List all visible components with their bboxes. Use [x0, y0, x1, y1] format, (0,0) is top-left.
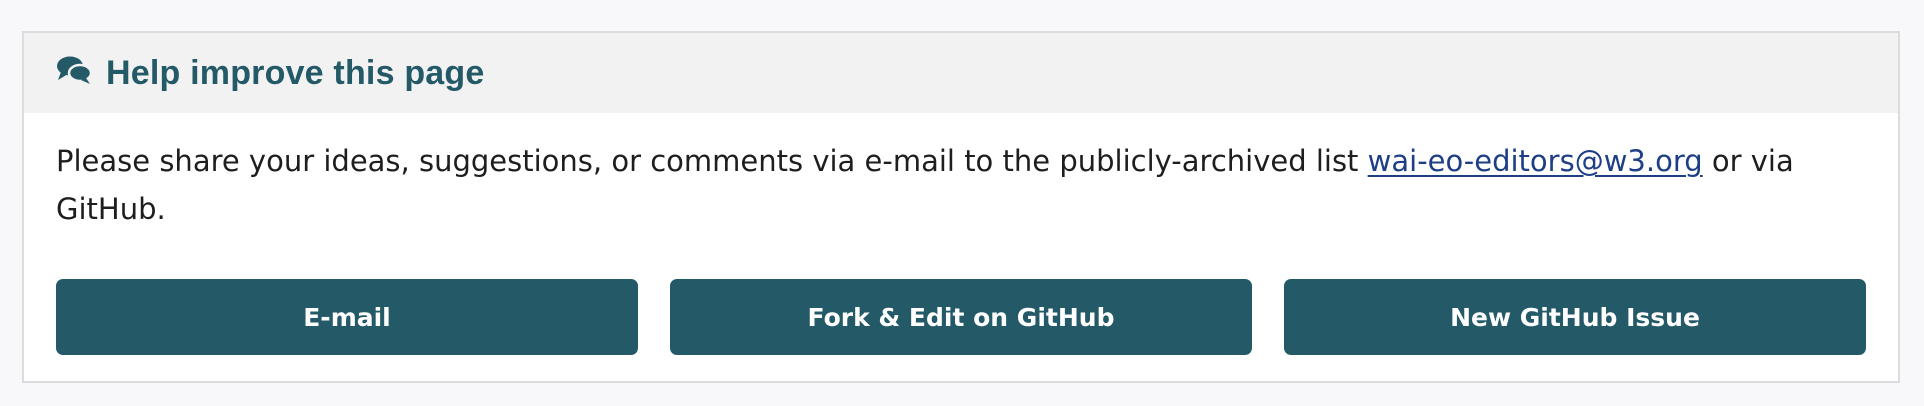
panel-body: Please share your ideas, suggestions, or… [24, 113, 1898, 355]
feedback-buttons: E-mail Fork & Edit on GitHub New GitHub … [56, 279, 1866, 355]
feedback-description: Please share your ideas, suggestions, or… [56, 137, 1886, 233]
email-link[interactable]: wai-eo-editors@w3.org [1368, 144, 1703, 178]
help-improve-panel: Help improve this page Please share your… [22, 31, 1900, 383]
email-button[interactable]: E-mail [56, 279, 638, 355]
panel-header: Help improve this page [24, 33, 1898, 113]
panel-title: Help improve this page [106, 53, 485, 92]
new-github-issue-button[interactable]: New GitHub Issue [1284, 279, 1866, 355]
description-text-before: Please share your ideas, suggestions, or… [56, 144, 1368, 178]
comments-icon [56, 55, 93, 85]
fork-edit-github-button[interactable]: Fork & Edit on GitHub [670, 279, 1252, 355]
